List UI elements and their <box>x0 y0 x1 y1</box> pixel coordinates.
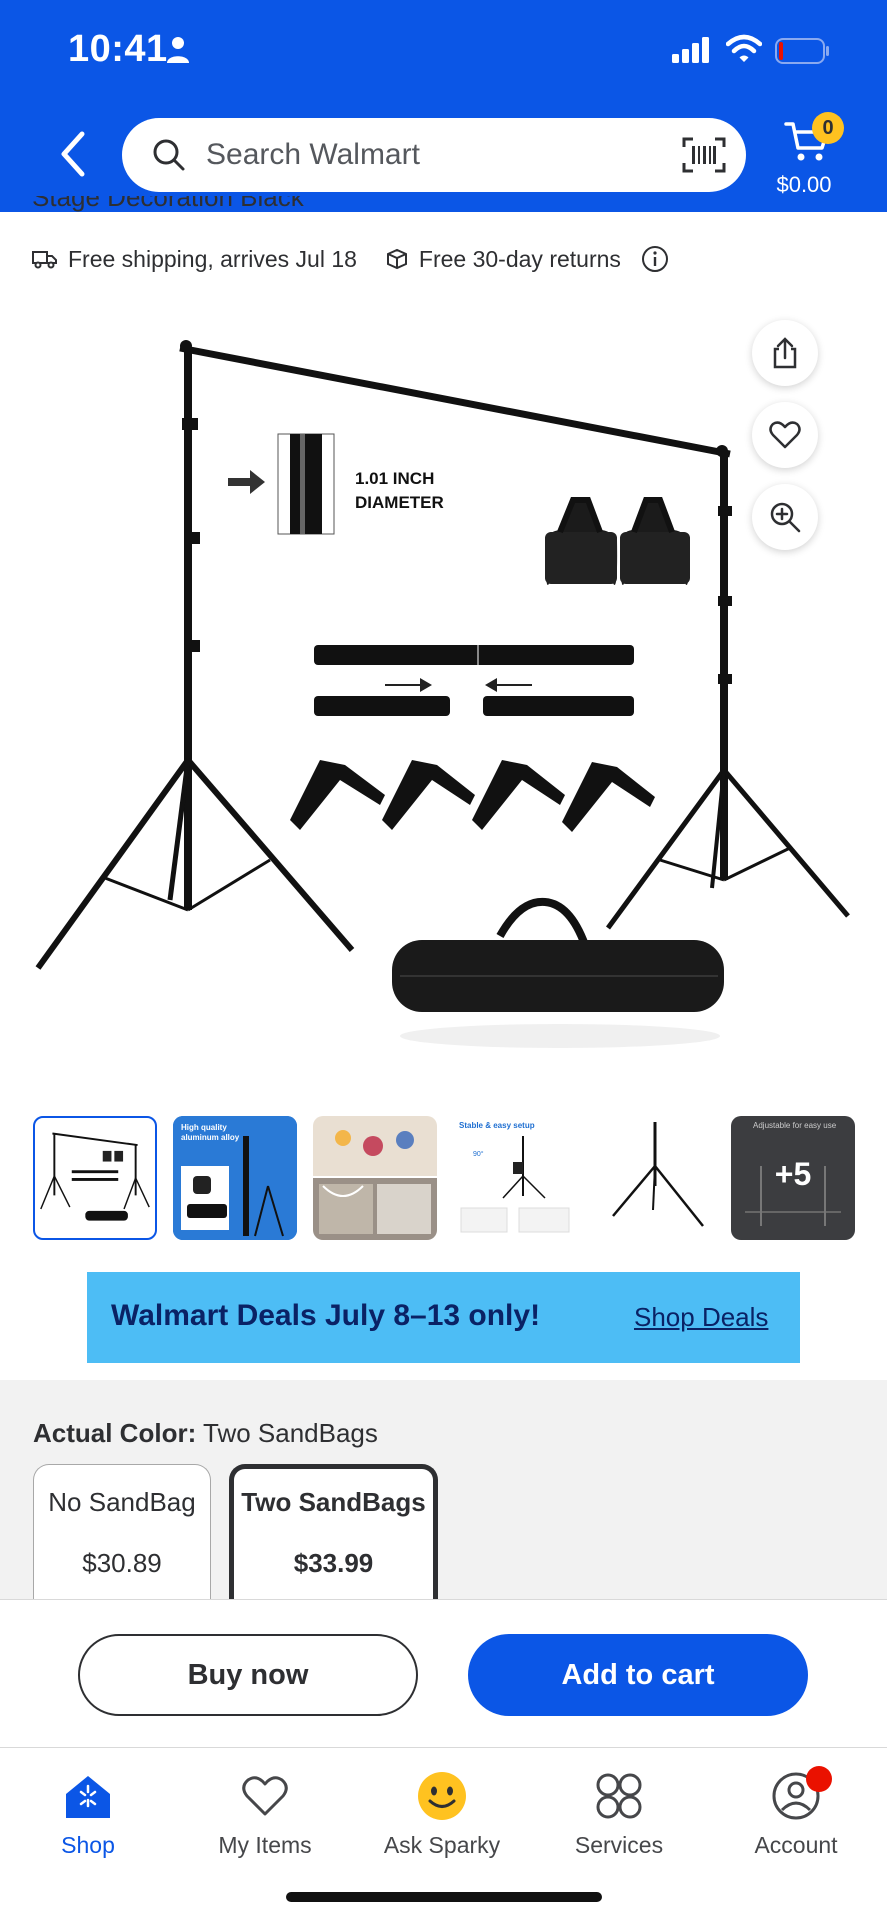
thumbnail-2[interactable]: High quality aluminum alloy <box>173 1116 297 1240</box>
thumbnail-tripod-image <box>612 1122 704 1227</box>
variant-option-two-sandbags[interactable]: Two SandBags $33.99 <box>229 1464 438 1600</box>
tab-shop[interactable]: Shop <box>18 1770 158 1870</box>
variant-option-no-sandbag[interactable]: No SandBag $30.89 <box>33 1464 211 1600</box>
shipping-info: Free shipping, arrives Jul 18 <box>32 246 357 273</box>
diameter-label-line1: 1.01 INCH <box>355 469 434 488</box>
tab-my-items[interactable]: My Items <box>195 1770 335 1870</box>
cart-count-badge: 0 <box>812 112 844 144</box>
wifi-icon <box>726 34 762 62</box>
return-box-icon <box>386 248 407 270</box>
svg-text:Stable & easy setup: Stable & easy setup <box>459 1121 535 1130</box>
cart-total: $0.00 <box>776 172 832 197</box>
tab-services[interactable]: Services <box>549 1770 689 1870</box>
tab-account[interactable]: Account <box>726 1766 866 1870</box>
zoom-button[interactable] <box>752 484 818 550</box>
search-bar[interactable] <box>122 118 746 192</box>
status-time: 10:41 <box>68 28 168 70</box>
tab-label: My Items <box>218 1832 312 1858</box>
tab-label: Shop <box>61 1832 115 1858</box>
thumbnail-3[interactable] <box>313 1116 437 1240</box>
returns-text: Free 30-day returns <box>418 245 621 272</box>
add-to-cart-button[interactable]: Add to cart <box>468 1634 808 1716</box>
thumbnail-kit-image <box>40 1132 150 1221</box>
purchase-action-bar: Buy now Add to cart <box>0 1599 887 1747</box>
tab-label: Ask Sparky <box>383 1832 501 1858</box>
barcode-scanner-icon[interactable] <box>682 136 726 174</box>
info-icon[interactable] <box>641 245 669 273</box>
actual-color-heading: Actual Color: <box>33 1418 197 1448</box>
app-header: 10:41 Search Walmart 0 $0.00 <box>0 0 887 212</box>
variant-name: Two SandBags <box>241 1487 426 1517</box>
actual-color-value: Two SandBags <box>203 1418 378 1448</box>
back-button[interactable] <box>52 126 96 182</box>
color-options-section: Actual Color: Two SandBags No SandBag $3… <box>0 1380 887 1600</box>
zoom-in-icon <box>770 502 801 533</box>
buy-now-button[interactable]: Buy now <box>78 1634 418 1716</box>
heart-icon <box>242 1776 288 1816</box>
status-bar: 10:41 <box>0 0 887 100</box>
heart-icon <box>769 421 801 449</box>
variant-name: No SandBag <box>48 1487 196 1517</box>
product-main-image[interactable]: 1.01 INCH DIAMETER <box>0 300 887 1080</box>
thumbnail-5[interactable] <box>593 1116 717 1240</box>
favorite-button[interactable] <box>752 402 818 468</box>
thumbnail-setup-image: Stable & easy setup 90° <box>459 1121 570 1233</box>
truck-icon <box>32 251 57 269</box>
deals-banner-text: Walmart Deals July 8–13 only! <box>111 1299 541 1332</box>
thumbnail-aluminum-image: High quality aluminum alloy <box>173 1116 297 1240</box>
more-thumbnails-count: +5 <box>774 1156 812 1192</box>
thumbnail-party-image <box>313 1116 437 1240</box>
variant-price: $33.99 <box>293 1548 374 1578</box>
search-icon <box>153 139 185 171</box>
person-icon <box>167 37 189 63</box>
share-button[interactable] <box>752 320 818 386</box>
returns-info: Free 30-day returns <box>385 245 679 273</box>
search-input[interactable] <box>206 118 636 192</box>
svg-text:aluminum alloy: aluminum alloy <box>181 1133 240 1142</box>
shop-icon <box>66 1776 110 1818</box>
cart-button[interactable]: 0 $0.00 <box>770 112 870 202</box>
svg-text:90°: 90° <box>473 1150 484 1158</box>
svg-text:Adjustable for easy use: Adjustable for easy use <box>753 1121 837 1130</box>
thumbnail-1[interactable] <box>33 1116 157 1240</box>
tab-ask-sparky[interactable]: Ask Sparky <box>372 1770 512 1870</box>
deals-banner[interactable]: Walmart Deals July 8–13 only! Shop Deals <box>87 1272 800 1363</box>
svg-text:High quality: High quality <box>181 1123 227 1132</box>
actual-color-label: Actual Color: Two SandBags <box>33 1418 378 1449</box>
shop-deals-link[interactable]: Shop Deals <box>634 1302 768 1333</box>
share-icon <box>773 337 797 369</box>
tab-label: Account <box>754 1832 838 1858</box>
sparky-icon <box>418 1772 466 1820</box>
tab-label: Services <box>574 1832 664 1858</box>
home-indicator <box>286 1892 602 1902</box>
diameter-label-line2: DIAMETER <box>355 493 444 512</box>
shipping-text: Free shipping, arrives Jul 18 <box>68 245 357 272</box>
services-icon <box>596 1773 642 1819</box>
fulfillment-info: Free shipping, arrives Jul 18 Free 30-da… <box>32 244 679 274</box>
account-notification-dot <box>806 1766 832 1792</box>
variant-price: $30.89 <box>82 1548 162 1578</box>
thumbnail-more[interactable]: Adjustable for easy use +5 <box>731 1116 855 1240</box>
product-title: Stage Decoration Black <box>32 196 304 212</box>
thumbnail-4[interactable]: Stable & easy setup 90° <box>453 1116 577 1240</box>
battery-icon <box>775 38 829 64</box>
cellular-signal-icon <box>672 37 709 63</box>
